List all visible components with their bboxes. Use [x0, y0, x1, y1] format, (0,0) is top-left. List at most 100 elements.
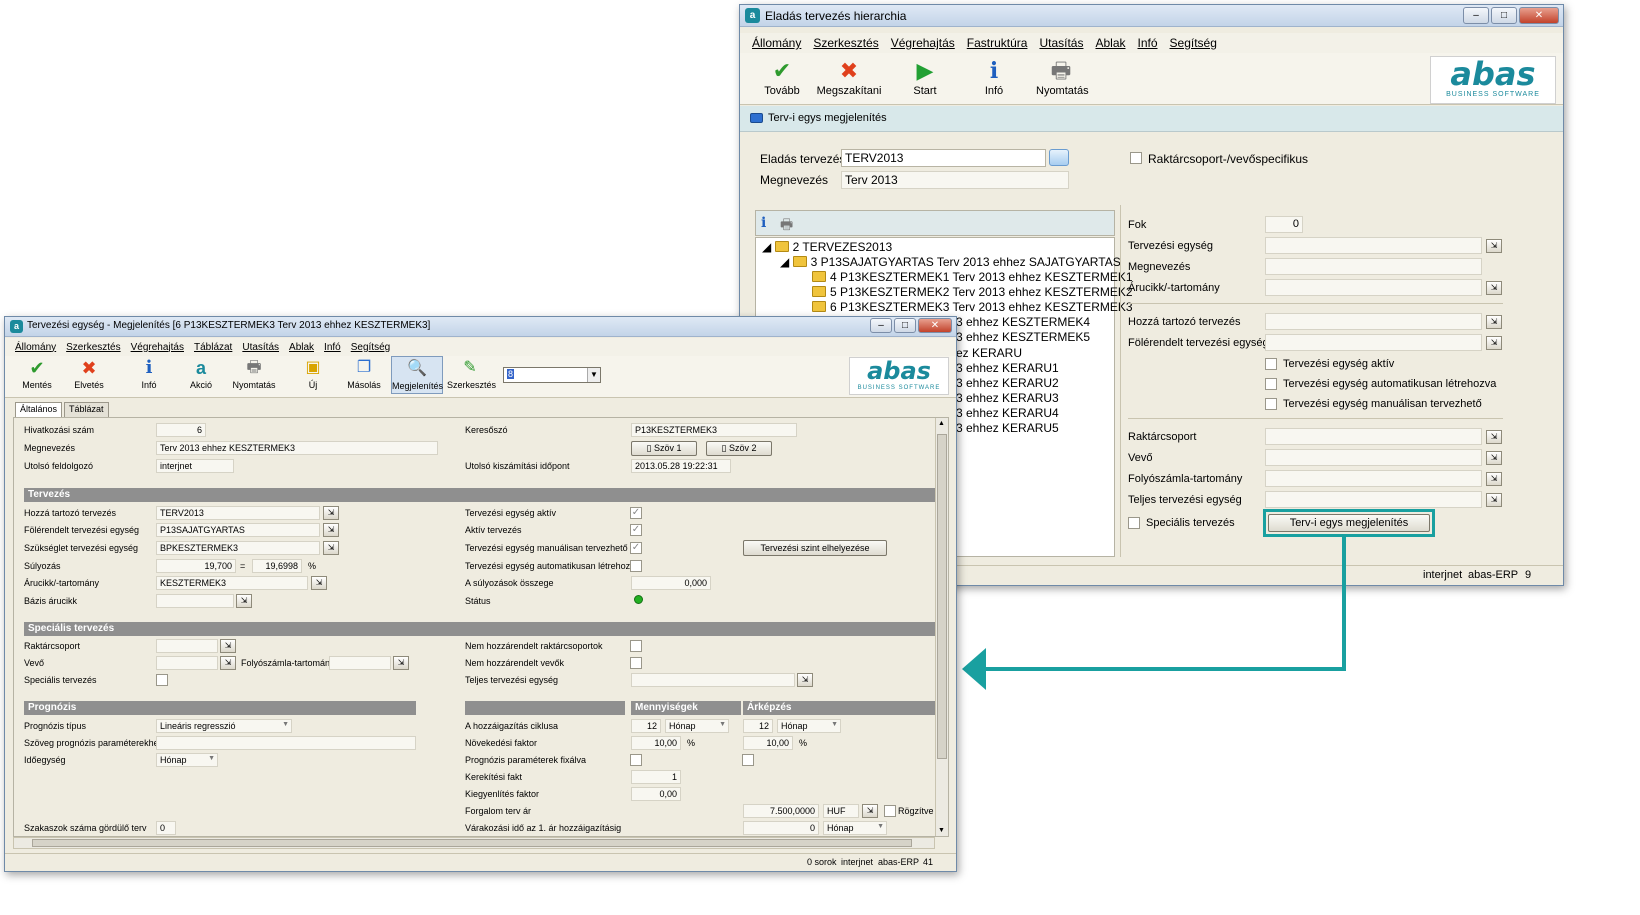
ciklus-m-unit[interactable]: Hónap ▼ — [665, 719, 729, 733]
print-button[interactable]: 🖶 Nyomtatás — [231, 358, 277, 390]
menu-vegrehajtas[interactable]: Végrehajtás — [131, 342, 184, 353]
minimize-button[interactable]: – — [870, 318, 892, 333]
h-scroll-thumb[interactable] — [32, 839, 912, 847]
hivatkozasi-field: 6 — [156, 423, 206, 437]
manualis-checkbox: ✓ — [630, 542, 642, 554]
tab-tablazat[interactable]: Táblázat — [64, 402, 109, 417]
szukseglet-field: BPKESZTERMEK3 — [156, 541, 320, 555]
varakozasi-unit[interactable]: Hónap ▼ — [823, 821, 887, 835]
logo-sub: BUSINESS SOFTWARE — [857, 385, 941, 391]
menu-utasitas[interactable]: Utasítás — [242, 342, 279, 353]
szakaszok-field: 0 — [156, 821, 176, 835]
tipus-value: Lineáris regresszió — [160, 721, 236, 731]
lookup-icon[interactable]: ⇲ — [220, 656, 236, 670]
auto-label: Tervezési egység automatikusan létrehozv… — [465, 561, 640, 571]
chevron-down-icon[interactable]: ▼ — [587, 368, 600, 382]
info-button[interactable]: i Infó — [133, 357, 165, 391]
eq-sign: = — [240, 561, 246, 571]
s-spec-label: Speciális tervezés — [24, 675, 97, 685]
chevron-down-icon: ▼ — [831, 721, 838, 728]
printer-icon: 🖶 — [246, 359, 262, 376]
szukseglet-label: Szükséglet tervezési egység — [24, 543, 139, 553]
status-label: Státus — [465, 596, 491, 606]
szint-button[interactable]: Tervezési szint elhelyezése — [743, 540, 887, 556]
scroll-up-icon[interactable]: ▲ — [938, 420, 945, 427]
kiegyenlites-field: 0,00 — [631, 787, 681, 801]
section-tervezes: Tervezés — [24, 488, 935, 502]
utolso-field: interjnet — [156, 459, 234, 473]
app-icon: a — [10, 320, 23, 333]
section-prognozis: Prognózis — [24, 701, 416, 715]
section-specialis: Speciális tervezés — [24, 622, 935, 636]
fixalva-label: Prognózis paraméterek fixálva — [465, 755, 587, 765]
elvetes-button[interactable]: ✖ Elvetés — [69, 358, 109, 390]
forgalom-field: 7.500,0000 — [743, 804, 819, 818]
mentes-label: Mentés — [22, 380, 52, 390]
lookup-icon[interactable]: ⇲ — [323, 506, 339, 520]
nem-raktar-label: Nem hozzárendelt raktárcsoportok — [465, 641, 603, 651]
maximize-button[interactable]: □ — [894, 318, 916, 333]
kiszamitasi-label: Utolsó kiszámítási időpont — [465, 461, 570, 471]
szov1-button[interactable]: ▯ Szöv 1 — [631, 441, 697, 456]
menu-info[interactable]: Infó — [324, 342, 341, 353]
akcio-button[interactable]: a Akció — [183, 358, 219, 390]
section-arkepzes: Árképzés — [743, 701, 935, 715]
hozza-field: TERV2013 — [156, 506, 320, 520]
megnevezes-field: Terv 2013 ehhez KESZTERMEK3 — [156, 441, 438, 455]
menu-segitseg[interactable]: Segítség — [351, 342, 390, 353]
info-label: Infó — [141, 380, 157, 390]
new-icon: ▣ — [305, 359, 321, 376]
scroll-thumb[interactable] — [937, 434, 947, 759]
kiegyenlites-label: Kiegyenlítés faktor — [465, 789, 540, 799]
lookup-icon[interactable]: ⇲ — [323, 541, 339, 555]
szakaszok-label: Szakaszok száma gördülő terv — [24, 823, 147, 833]
lookup-icon[interactable]: ⇲ — [797, 673, 813, 687]
akcio-label: Akció — [189, 380, 212, 390]
info-icon: i — [145, 357, 153, 378]
record-combo[interactable]: 8 ▼ — [503, 367, 601, 383]
scroll-down-icon[interactable]: ▼ — [938, 827, 945, 834]
masolas-button[interactable]: ❐ Másolás — [345, 358, 383, 390]
ciklus-a-field: 12 — [743, 719, 773, 733]
spec-checkbox — [156, 674, 168, 686]
status-rows: 0 sorok — [807, 857, 837, 867]
aktiv-checkbox: ✓ — [630, 507, 642, 519]
tab-altalanos[interactable]: Általános — [15, 402, 63, 417]
menu-allomany[interactable]: Állomány — [15, 342, 56, 353]
lookup-icon[interactable]: ⇲ — [311, 576, 327, 590]
megnevezes-label: Megnevezés — [24, 443, 76, 453]
menu-ablak[interactable]: Ablak — [289, 342, 314, 353]
form-panel: Hivatkozási szám 6 Megnevezés Terv 2013 … — [13, 417, 949, 837]
szerkesztes-button[interactable]: ✎ Szerkesztés — [447, 358, 496, 390]
menu-tablazat[interactable]: Táblázat — [194, 342, 232, 353]
megjelenites-button[interactable]: 🔍 Megjelenítés — [391, 356, 443, 394]
sulyozas-label: Súlyozás — [24, 561, 61, 571]
nem-vevo-label: Nem hozzárendelt vevők — [465, 658, 565, 668]
uj-button[interactable]: ▣ Új — [299, 358, 327, 390]
szov2-button[interactable]: ▯ Szöv 2 — [706, 441, 772, 456]
close-button[interactable]: ✕ — [918, 318, 952, 333]
vertical-scrollbar[interactable]: ▲ ▼ — [935, 418, 948, 836]
pct-sign: % — [308, 561, 317, 571]
tipus-select[interactable]: Lineáris regresszió ▼ — [156, 719, 292, 733]
lookup-icon[interactable]: ⇲ — [236, 594, 252, 608]
manualis-label: Tervezési egység manuálisan tervezhető — [465, 543, 628, 553]
horizontal-scrollbar[interactable] — [13, 837, 935, 849]
rogzitve-label: Rögzítve — [898, 806, 934, 816]
ciklus-a-unit[interactable]: Hónap ▼ — [777, 719, 841, 733]
lookup-icon[interactable]: ⇲ — [220, 639, 236, 653]
s-vevo-label: Vevő — [24, 658, 45, 668]
mentes-button[interactable]: ✔ Mentés — [17, 358, 57, 390]
forgalom-label: Forgalom terv ár — [465, 806, 532, 816]
idoegyseg-select[interactable]: Hónap ▼ — [156, 753, 218, 767]
lookup-icon[interactable]: ⇲ — [323, 523, 339, 537]
lookup-icon[interactable]: ⇲ — [393, 656, 409, 670]
action-icon: a — [195, 358, 206, 378]
menu-szerkesztes[interactable]: Szerkesztés — [66, 342, 120, 353]
toolbar: ✔ Mentés ✖ Elvetés i Infó a Akció 🖶 Nyom… — [5, 356, 956, 398]
abas-logo: abas BUSINESS SOFTWARE — [849, 357, 949, 395]
s-folyo-field — [329, 656, 391, 670]
ciklus-label: A hozzáigazítás ciklusa — [465, 721, 559, 731]
lookup-icon[interactable]: ⇲ — [862, 804, 878, 818]
idoegyseg-value: Hónap — [160, 755, 187, 765]
